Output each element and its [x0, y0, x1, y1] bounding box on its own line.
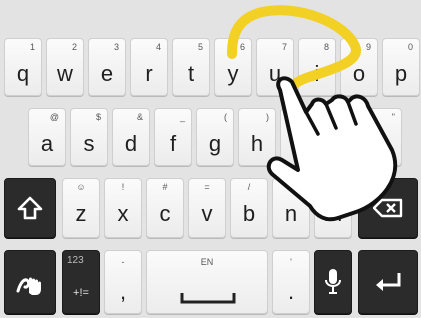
key-k[interactable]: ; k: [322, 108, 360, 166]
swype-key[interactable]: [4, 250, 56, 314]
enter-key[interactable]: [358, 250, 418, 314]
key-alt-label: ?: [330, 182, 336, 192]
key-label: i: [314, 61, 320, 86]
key-e[interactable]: 3 e: [88, 38, 126, 96]
key-g[interactable]: ( g: [196, 108, 234, 166]
key-alt-label: ;: [350, 112, 353, 122]
key-x[interactable]: ! x: [104, 178, 142, 238]
key-label: v: [201, 201, 213, 226]
key-label: f: [169, 131, 177, 156]
key-alt-label: =: [204, 182, 210, 192]
shift-key[interactable]: [4, 178, 56, 238]
key-v[interactable]: = v: [188, 178, 226, 238]
key-r[interactable]: 4 r: [130, 38, 168, 96]
key-m[interactable]: ? m: [314, 178, 352, 238]
key-u[interactable]: 7 u: [256, 38, 294, 96]
comma-key[interactable]: - ,: [104, 250, 142, 314]
symbols-label: +!=: [73, 287, 89, 299]
key-label: p: [394, 61, 408, 86]
key-label: c: [159, 201, 171, 226]
key-alt-label: 9: [365, 42, 371, 52]
key-a[interactable]: @ a: [28, 108, 66, 166]
key-alt-label: @: [49, 112, 59, 122]
key-i[interactable]: 8 i: [298, 38, 336, 96]
key-d[interactable]: & d: [112, 108, 150, 166]
key-label: q: [16, 61, 30, 86]
key-label: s: [83, 131, 95, 156]
key-f[interactable]: _ f: [154, 108, 192, 166]
key-alt-label: ': [290, 257, 292, 267]
key-alt-label: $: [95, 112, 101, 122]
key-alt-label: 7: [281, 42, 287, 52]
key-c[interactable]: # c: [146, 178, 184, 238]
language-label: EN: [200, 257, 214, 267]
key-label: j: [296, 131, 302, 156]
key-l[interactable]: " l: [364, 108, 402, 166]
key-y[interactable]: 6 y: [214, 38, 252, 96]
key-alt-label: 1: [29, 42, 35, 52]
key-alt-label: 3: [113, 42, 119, 52]
key-alt-label: ): [266, 112, 269, 122]
key-alt-label: (: [224, 112, 227, 122]
key-h[interactable]: ) h: [238, 108, 276, 166]
key-alt-label: :: [308, 112, 311, 122]
key-label: a: [40, 131, 54, 156]
key-label: e: [100, 61, 114, 86]
key-j[interactable]: : j: [280, 108, 318, 166]
key-o[interactable]: 9 o: [340, 38, 378, 96]
key-alt-label: ": [391, 112, 395, 122]
key-label: z: [75, 201, 87, 226]
key-s[interactable]: $ s: [70, 108, 108, 166]
space-key[interactable]: EN: [146, 250, 268, 314]
key-t[interactable]: 5 t: [172, 38, 210, 96]
numbers-label: 123: [67, 255, 84, 266]
key-label: .: [287, 279, 295, 304]
period-key[interactable]: ' .: [272, 250, 310, 314]
key-alt-label: 8: [323, 42, 329, 52]
key-label: u: [268, 61, 282, 86]
key-b[interactable]: / b: [230, 178, 268, 238]
key-alt-label: 5: [197, 42, 203, 52]
key-label: x: [117, 201, 129, 226]
key-label: w: [57, 61, 73, 86]
key-alt-label: #: [162, 182, 168, 192]
microphone-key[interactable]: [314, 250, 352, 314]
key-alt-label: _: [179, 112, 185, 122]
key-label: b: [242, 201, 256, 226]
key-label: o: [352, 61, 366, 86]
key-alt-label: ☺: [76, 182, 86, 192]
key-w[interactable]: 2 w: [46, 38, 84, 96]
key-p[interactable]: 0 p: [382, 38, 420, 96]
key-alt-label: 4: [155, 42, 161, 52]
swype-keyboard: 1 q 2 w 3 e 4 r 5 t 6 y 7 u 8 i 9 o 0 p …: [0, 0, 421, 318]
key-label: r: [145, 61, 153, 86]
key-alt-label: /: [247, 182, 251, 192]
key-z[interactable]: ☺ z: [62, 178, 100, 238]
key-alt-label: +: [288, 182, 294, 192]
key-alt-label: &: [136, 112, 143, 122]
key-alt-label: -: [121, 257, 125, 267]
key-label: k: [335, 131, 347, 156]
key-label: t: [187, 61, 195, 86]
key-label: g: [208, 131, 222, 156]
symbols-key[interactable]: 123 +!=: [62, 250, 100, 314]
key-label: l: [380, 131, 386, 156]
key-alt-label: 2: [71, 42, 77, 52]
backspace-key[interactable]: [358, 178, 418, 238]
key-alt-label: 6: [239, 42, 245, 52]
key-label: d: [124, 131, 138, 156]
key-q[interactable]: 1 q: [4, 38, 42, 96]
key-label: h: [250, 131, 264, 156]
key-alt-label: !: [121, 182, 125, 192]
key-label: ,: [119, 279, 127, 304]
key-label: m: [323, 201, 343, 226]
key-alt-label: 0: [407, 42, 413, 52]
key-label: y: [227, 61, 239, 86]
key-n[interactable]: + n: [272, 178, 310, 238]
key-label: n: [284, 201, 298, 226]
